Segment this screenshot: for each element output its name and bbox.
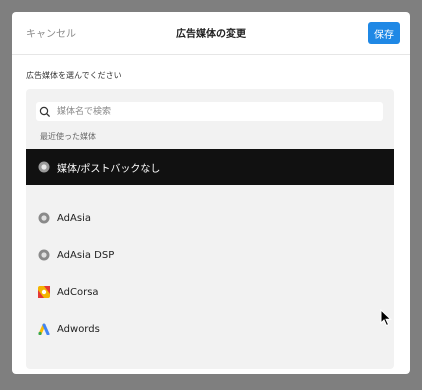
circle-icon <box>38 212 50 224</box>
media-list-panel: 最近使った媒体 媒体/ポストバックなし AdAsia AdAsia DSP <box>26 89 394 369</box>
search-icon <box>39 106 51 117</box>
google-ads-logo-icon <box>38 323 50 335</box>
mouse-pointer-icon <box>380 309 392 327</box>
instruction-text: 広告媒体を選んでください <box>26 71 122 80</box>
media-option-adwords[interactable]: Adwords <box>26 311 394 347</box>
media-option-label: AdCorsa <box>57 286 99 298</box>
media-option-adcorsa[interactable]: AdCorsa <box>26 274 394 310</box>
media-option-none[interactable]: 媒体/ポストバックなし <box>26 149 394 185</box>
search-box <box>36 102 383 121</box>
media-option-label: AdAsia <box>57 212 91 224</box>
circle-icon <box>38 161 50 173</box>
media-option-label: Adwords <box>57 323 100 335</box>
search-input[interactable] <box>55 105 379 118</box>
modal-title: 広告媒体の変更 <box>176 29 246 40</box>
media-option-label: 媒体/ポストバックなし <box>57 163 161 175</box>
media-option-label: AdAsia DSP <box>57 249 115 261</box>
recent-section-label: 最近使った媒体 <box>40 132 96 141</box>
media-option-adasia-dsp[interactable]: AdAsia DSP <box>26 237 394 273</box>
media-select-modal: キャンセル 広告媒体の変更 保存 広告媒体を選んでください 最近使った媒体 媒体… <box>12 12 410 374</box>
adcorsa-logo-icon <box>38 286 50 298</box>
modal-header: キャンセル 広告媒体の変更 保存 <box>12 12 410 55</box>
circle-icon <box>38 249 50 261</box>
save-button[interactable]: 保存 <box>368 22 400 44</box>
media-option-adasia[interactable]: AdAsia <box>26 200 394 236</box>
